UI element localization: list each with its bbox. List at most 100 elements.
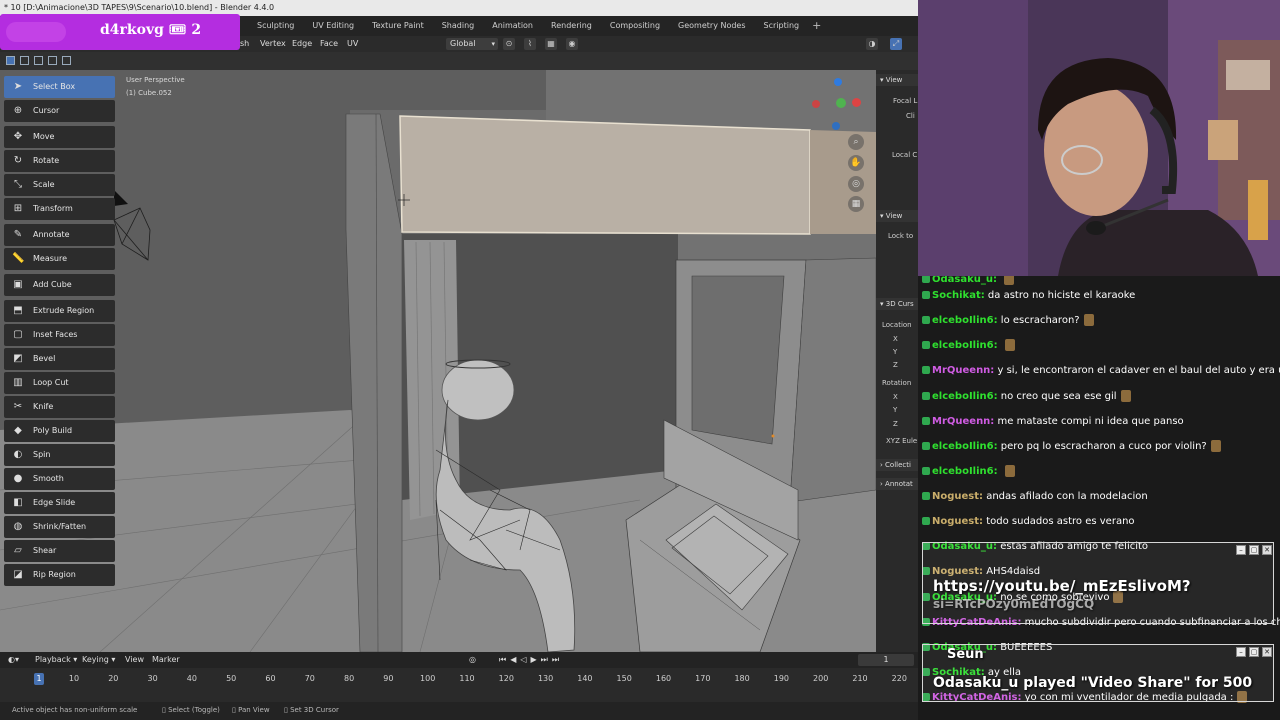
- select-mode-intersect-icon[interactable]: [62, 56, 71, 65]
- selected-beam[interactable]: [399, 115, 811, 235]
- add-workspace-button[interactable]: +: [808, 16, 825, 36]
- tool-select-box[interactable]: ➤ Select Box: [4, 76, 115, 98]
- tool-move[interactable]: ✥ Move: [4, 126, 115, 148]
- chat-username[interactable]: elceboIlin6:: [932, 315, 998, 326]
- location-z-field[interactable]: Z: [893, 361, 898, 369]
- subscriber-badge-icon: [922, 517, 930, 525]
- tool-annotate[interactable]: ✎ Annotate: [4, 224, 115, 246]
- minimize-icon[interactable]: –: [1236, 647, 1246, 657]
- tool-transform[interactable]: ⊞ Transform: [4, 198, 115, 220]
- timeline-ruler[interactable]: 1 10 20 30 40 50 60 70 80 90 100 110 120 130 140 150 16…: [0, 670, 918, 702]
- tool-cursor[interactable]: ⊕ Cursor: [4, 100, 115, 122]
- chat-username[interactable]: elceboIlin6:: [932, 340, 998, 351]
- axis-gizmo[interactable]: [808, 76, 864, 130]
- zoom-icon[interactable]: ⌕: [848, 134, 864, 150]
- snap-icon[interactable]: ⌇: [524, 38, 536, 50]
- 3d-viewport[interactable]: User Perspective (1) Cube.052 ⌕ ✋ ◎ ▦: [0, 70, 876, 652]
- tool-measure[interactable]: 📏 Measure: [4, 248, 115, 270]
- menu-view[interactable]: View: [125, 654, 144, 666]
- close-icon[interactable]: ✕: [1262, 545, 1272, 555]
- playhead[interactable]: 1: [34, 673, 44, 685]
- rotation-mode-dropdown[interactable]: XYZ Eule: [886, 437, 917, 445]
- tool-smooth[interactable]: ● Smooth: [4, 468, 115, 490]
- menu-face[interactable]: Face: [320, 38, 338, 50]
- tool-edge-slide[interactable]: ◧ Edge Slide: [4, 492, 115, 514]
- tool-rotate[interactable]: ↻ Rotate: [4, 150, 115, 172]
- chat-username[interactable]: Noguest:: [932, 516, 983, 527]
- select-mode-extend-icon[interactable]: [20, 56, 29, 65]
- tool-bevel[interactable]: ◩ Bevel: [4, 348, 115, 370]
- workspace-tab-scripting[interactable]: Scripting: [755, 16, 809, 36]
- current-frame-field[interactable]: 1: [858, 654, 914, 666]
- panel-collections-header[interactable]: › Collecti: [876, 459, 918, 471]
- menu-vertex[interactable]: Vertex: [260, 38, 286, 50]
- chat-username[interactable]: Noguest:: [932, 491, 983, 502]
- menu-marker[interactable]: Marker: [152, 654, 180, 666]
- chat-username[interactable]: MrQueenn:: [932, 416, 994, 427]
- tool-shear[interactable]: ▱ Shear: [4, 540, 115, 562]
- chat-username[interactable]: MrQueenn:: [932, 365, 994, 376]
- pivot-icon[interactable]: ⊙: [503, 38, 515, 50]
- minimize-icon[interactable]: –: [1236, 545, 1246, 555]
- ortho-grid-icon[interactable]: ▦: [848, 196, 864, 212]
- tool-loop-cut[interactable]: ▥ Loop Cut: [4, 372, 115, 394]
- menu-uv[interactable]: UV: [347, 38, 358, 50]
- snap-target-icon[interactable]: ▦: [545, 38, 557, 50]
- chat-username[interactable]: elceboIlin6:: [932, 441, 998, 452]
- transform-orientation-dropdown[interactable]: Global ▾: [446, 38, 498, 50]
- panel-3d-cursor-header[interactable]: ▾ 3D Curs: [876, 298, 918, 310]
- chat-username[interactable]: elceboIlin6:: [932, 466, 998, 477]
- webcam-feed: [918, 0, 1280, 276]
- maximize-icon[interactable]: ▢: [1249, 647, 1259, 657]
- tool-extrude-region[interactable]: ⬒ Extrude Region: [4, 300, 115, 322]
- shear-icon: ▱: [14, 545, 22, 556]
- workspace-tab-shading[interactable]: Shading: [433, 16, 484, 36]
- tool-knife[interactable]: ✂ Knife: [4, 396, 115, 418]
- playback-controls[interactable]: ⏮◀◁▶⏭⏭: [499, 654, 563, 666]
- rotation-x-field[interactable]: X: [893, 393, 898, 401]
- menu-mesh[interactable]: sh: [240, 38, 249, 50]
- tool-poly-build[interactable]: ◆ Poly Build: [4, 420, 115, 442]
- workspace-tab-geometry-nodes[interactable]: Geometry Nodes: [669, 16, 754, 36]
- chat-username[interactable]: elceboIlin6:: [932, 391, 998, 402]
- gizmo-toggle-icon[interactable]: ⤢: [890, 38, 902, 50]
- maximize-icon[interactable]: ▢: [1249, 545, 1259, 555]
- close-icon[interactable]: ✕: [1262, 647, 1272, 657]
- workspace-tabs: Sculpting UV Editing Texture Paint Shading A…: [248, 16, 825, 36]
- proportional-edit-icon[interactable]: ◉: [566, 38, 578, 50]
- visibility-icon[interactable]: ◑: [866, 38, 878, 50]
- workspace-tab-sculpting[interactable]: Sculpting: [248, 16, 303, 36]
- timeline-tick: 20: [108, 674, 119, 683]
- select-mode-subtract-icon[interactable]: [34, 56, 43, 65]
- tool-shrink-fatten[interactable]: ◍ Shrink/Fatten: [4, 516, 115, 538]
- tool-scale[interactable]: ⤡ Scale: [4, 174, 115, 196]
- panel-annotations-header[interactable]: › Annotat: [876, 478, 918, 490]
- tool-add-cube[interactable]: ▣ Add Cube: [4, 274, 115, 296]
- chat-username[interactable]: Sochikat:: [932, 290, 985, 301]
- record-icon[interactable]: ◎: [469, 654, 476, 666]
- panel-view-lock-header[interactable]: ▾ View: [876, 210, 918, 222]
- select-mode-invert-icon[interactable]: [48, 56, 57, 65]
- status-cursor-hint: ▯ Set 3D Cursor: [284, 706, 339, 714]
- timeline-tick: 80: [344, 674, 355, 683]
- pan-hand-icon[interactable]: ✋: [848, 155, 864, 171]
- rotation-z-field[interactable]: Z: [893, 420, 898, 428]
- location-x-field[interactable]: X: [893, 335, 898, 343]
- menu-edge[interactable]: Edge: [292, 38, 312, 50]
- tool-spin[interactable]: ◐ Spin: [4, 444, 115, 466]
- select-mode-new-icon[interactable]: [6, 56, 15, 65]
- workspace-tab-uv-editing[interactable]: UV Editing: [303, 16, 363, 36]
- workspace-tab-animation[interactable]: Animation: [483, 16, 542, 36]
- camera-view-icon[interactable]: ◎: [848, 176, 864, 192]
- location-y-field[interactable]: Y: [893, 348, 897, 356]
- workspace-tab-texture-paint[interactable]: Texture Paint: [363, 16, 433, 36]
- editor-type-icon[interactable]: ◐▾: [8, 654, 19, 666]
- menu-keying[interactable]: Keying ▾: [82, 654, 115, 666]
- menu-playback[interactable]: Playback ▾: [35, 654, 77, 666]
- panel-view-header[interactable]: ▾ View: [876, 74, 918, 86]
- tool-rip-region[interactable]: ◪ Rip Region: [4, 564, 115, 586]
- tool-inset-faces[interactable]: ▢ Inset Faces: [4, 324, 115, 346]
- rotation-y-field[interactable]: Y: [893, 406, 897, 414]
- workspace-tab-compositing[interactable]: Compositing: [601, 16, 669, 36]
- workspace-tab-rendering[interactable]: Rendering: [542, 16, 601, 36]
